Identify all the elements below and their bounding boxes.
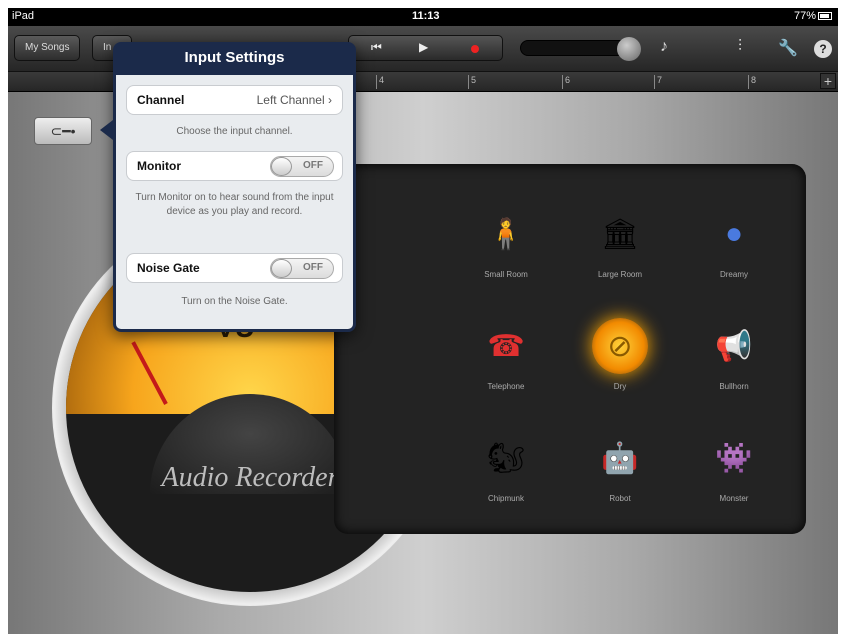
ruler-mark: 7 (654, 75, 662, 89)
monitor-toggle[interactable]: OFF (270, 156, 334, 177)
record-icon[interactable] (471, 45, 479, 53)
play-icon[interactable]: ▶ (419, 40, 428, 54)
effect-robot[interactable]: 🤖 Robot (560, 430, 680, 504)
transport-controls: ⏮ ▶ (348, 35, 503, 61)
input-jack-icon: ⊂━• (50, 123, 76, 139)
effect-dreamy[interactable]: ● Dreamy (674, 206, 794, 279)
battery-icon (818, 12, 832, 21)
effect-bullhorn[interactable]: 📢 Bullhorn (674, 318, 794, 392)
channel-row[interactable]: Channel Left Channel › (126, 85, 343, 115)
monster-icon: 👾 (715, 441, 753, 475)
effect-dry[interactable]: ⊘ Dry (560, 318, 680, 391)
toggle-state: OFF (303, 160, 323, 171)
effects-panel: 🧍 Small Room 🏛 Large Room ● Dreamy ☎ Tel… (334, 164, 806, 534)
dreamy-icon: ● (724, 217, 744, 250)
channel-label: Channel (137, 93, 185, 107)
effect-large-room[interactable]: 🏛 Large Room (560, 206, 680, 280)
effect-label: Small Room (484, 270, 528, 279)
noise-gate-row: Noise Gate OFF (126, 253, 343, 283)
device-label: iPad (12, 10, 35, 22)
input-settings-button[interactable]: ⊂━• (34, 117, 92, 145)
my-songs-button[interactable]: My Songs (14, 35, 81, 61)
toggle-thumb (271, 157, 292, 176)
volume-knob[interactable] (617, 37, 641, 61)
status-bar: iPad 11:13 77% (8, 8, 838, 26)
effect-small-room[interactable]: 🧍 Small Room (446, 206, 566, 280)
popover-title: Input Settings (184, 49, 285, 66)
noise-gate-description: Turn on the Noise Gate. (181, 296, 288, 307)
add-section-button[interactable]: + (820, 73, 836, 89)
channel-value-text: Left Channel (256, 93, 325, 107)
dry-icon: ⊘ (592, 318, 648, 374)
effect-label: Large Room (597, 270, 643, 279)
effect-monster[interactable]: 👾 Monster (674, 430, 794, 504)
effect-label: Robot (609, 494, 631, 503)
settings-wrench-icon[interactable]: 🔧 (778, 38, 798, 58)
monitor-description: Turn Monitor on to hear sound from the i… (135, 192, 334, 217)
small-room-icon: 🧍 (487, 217, 525, 251)
effect-label: Chipmunk (487, 494, 524, 503)
monitor-row: Monitor OFF (126, 151, 343, 181)
monitor-label: Monitor (137, 159, 181, 173)
vu-needle (131, 341, 168, 405)
ruler-mark: 4 (376, 75, 384, 89)
bullhorn-icon: 📢 (715, 329, 753, 363)
ruler-mark: 5 (468, 75, 476, 89)
popover-arrow (100, 120, 113, 140)
ruler-mark: 6 (562, 75, 570, 89)
ruler-mark: 8 (748, 75, 756, 89)
telephone-icon: ☎ (487, 329, 525, 363)
toggle-thumb (271, 259, 292, 278)
battery-indicator: 77% (794, 10, 832, 22)
input-settings-popover: Input Settings Channel Left Channel › Ch… (113, 42, 356, 332)
master-volume-slider[interactable] (520, 37, 641, 61)
ipad-screen: iPad 11:13 77% My Songs In ⏮ ▶ ♪ ⫶ 🔧 ? 4… (8, 8, 838, 634)
clock: 11:13 (412, 10, 440, 22)
channel-description: Choose the input channel. (176, 126, 293, 137)
robot-icon: 🤖 (601, 441, 639, 475)
large-room-icon: 🏛 (600, 217, 640, 251)
battery-percent: 77% (793, 10, 816, 22)
channel-value: Left Channel › (257, 93, 332, 107)
effect-label: Monster (719, 494, 749, 503)
noise-gate-label: Noise Gate (137, 261, 200, 275)
help-icon[interactable]: ? (814, 40, 832, 58)
rewind-icon[interactable]: ⏮ (371, 40, 382, 55)
chevron-right-icon: › (328, 93, 332, 107)
effect-telephone[interactable]: ☎ Telephone (446, 318, 566, 392)
effect-label: Bullhorn (719, 382, 749, 391)
mixer-icon[interactable]: ⫶ (738, 38, 742, 56)
effect-label: Telephone (487, 382, 525, 391)
metronome-icon[interactable]: ♪ (660, 38, 668, 56)
effect-label: Dreamy (719, 270, 748, 279)
chipmunk-icon: 🐿 (486, 441, 526, 475)
effect-chipmunk[interactable]: 🐿 Chipmunk (446, 430, 566, 504)
effect-label: Dry (613, 382, 627, 391)
toggle-state: OFF (303, 262, 323, 273)
noise-gate-toggle[interactable]: OFF (270, 258, 334, 279)
